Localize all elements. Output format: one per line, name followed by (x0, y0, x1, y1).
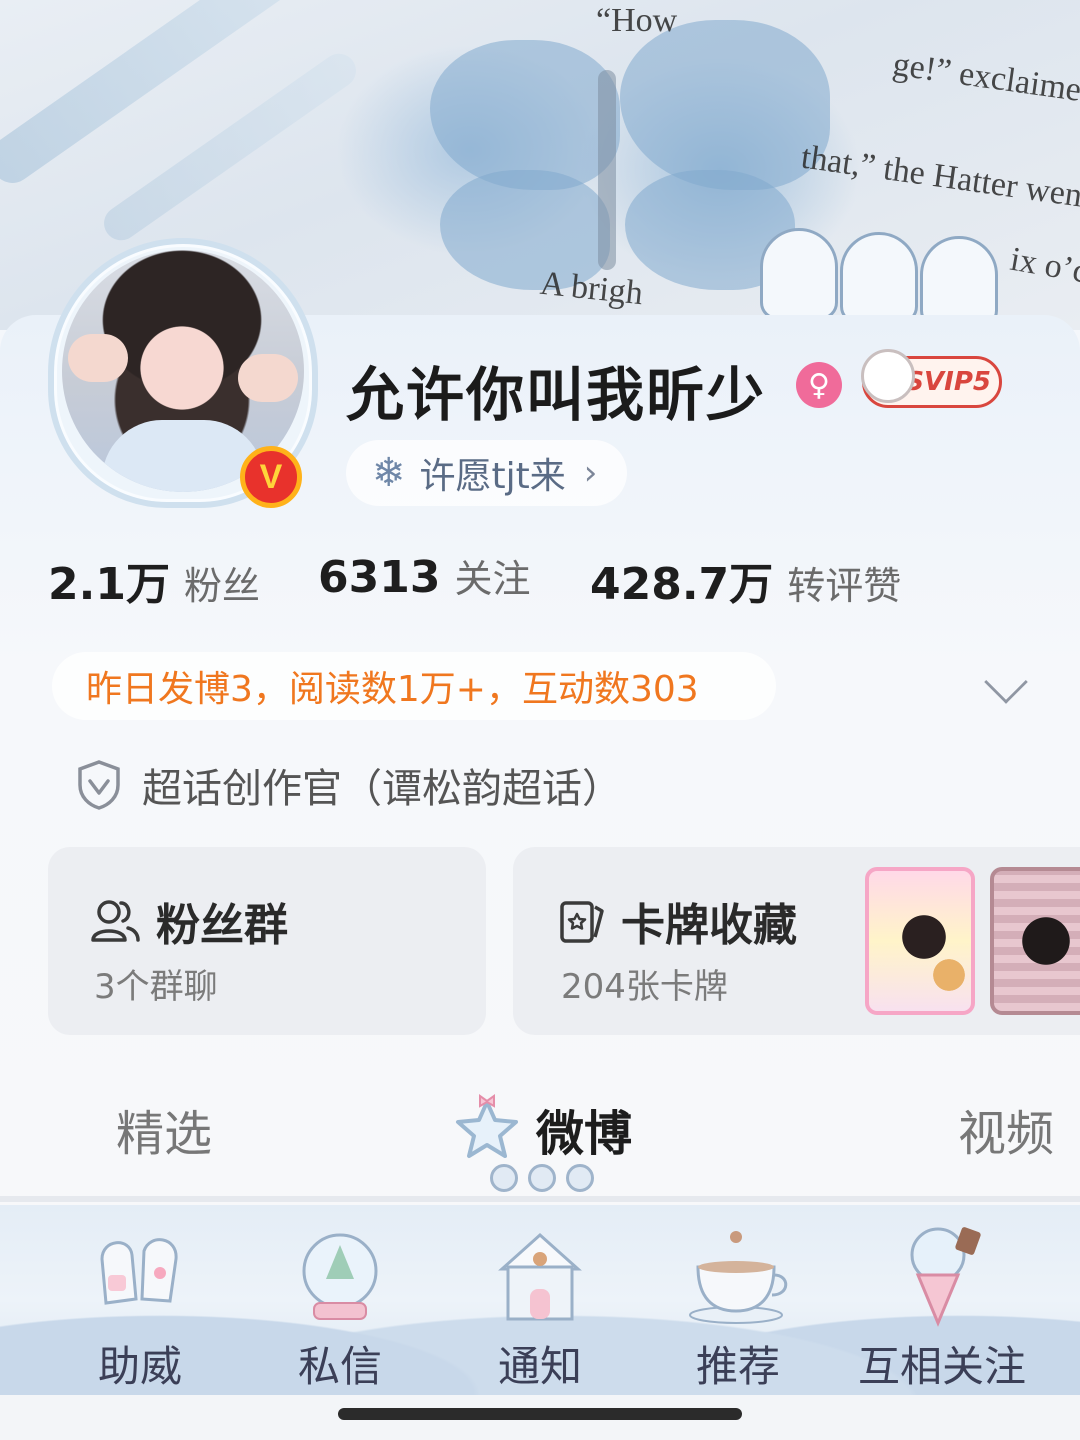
teacup-icon (689, 1231, 788, 1324)
card-collection-title: 卡牌收藏 (621, 900, 797, 951)
butterfly-wing (430, 40, 620, 190)
card-thumbnail[interactable] (865, 867, 975, 1015)
stat-following[interactable]: 6313 关注 (318, 548, 530, 603)
stat-label: 关注 (454, 557, 531, 601)
chevron-right-icon: › (583, 453, 598, 493)
svip-badge[interactable]: SVIP5 (861, 349, 1002, 408)
nav-label: 通知 (497, 1342, 582, 1391)
card-thumbnail[interactable] (990, 867, 1080, 1015)
book-text-line: ix o’cl (1007, 240, 1080, 293)
tab-weibo[interactable]: 微博 (536, 1094, 632, 1164)
book-text-line: that,” the Hatter wen (798, 138, 1080, 215)
book-text-line: “How (596, 2, 678, 39)
svip-label: SVIP5 (905, 367, 991, 397)
verified-badge-icon: V (240, 446, 302, 508)
fans-group-title: 粉丝群 (156, 900, 288, 951)
stat-value: 428.7万 (590, 559, 774, 610)
svip-cat-icon (861, 349, 915, 403)
snow-globe-icon (302, 1233, 378, 1320)
fans-group-card[interactable]: 粉丝群 3个群聊 (48, 847, 486, 1035)
star-bow-icon (456, 1094, 518, 1158)
bunny-sticker (840, 232, 918, 324)
nav-mutual-follow[interactable]: 互相关注 (842, 1205, 1042, 1395)
supertopic-creator-row[interactable]: 超话创作官（谭松韵超话） (76, 756, 622, 814)
tab-indicator-dot (490, 1164, 518, 1192)
card-collection-card[interactable]: 卡牌收藏 204张卡牌 (513, 847, 1080, 1035)
stat-value: 6313 (318, 552, 441, 603)
nav-label: 私信 (297, 1342, 382, 1391)
avatar-hand (238, 354, 298, 402)
nav-notifications[interactable]: 通知 (440, 1205, 640, 1395)
stat-label: 粉丝 (183, 564, 260, 608)
card-collection-title-row: 卡牌收藏 (559, 889, 797, 953)
divider (0, 1196, 1080, 1202)
stat-interactions[interactable]: 428.7万 转评赞 (590, 548, 901, 612)
butterfly-body (598, 70, 616, 270)
username: 允许你叫我昕少 (346, 361, 767, 429)
supertopic-label: 超话创作官（谭松韵超话） (142, 766, 622, 812)
fans-group-title-row: 粉丝群 (90, 889, 288, 953)
nav-recommend[interactable]: 推荐 (638, 1205, 838, 1395)
nav-messages[interactable]: 私信 (240, 1205, 440, 1395)
tab-indicator-dot (566, 1164, 594, 1192)
book-text-line: ge!” exclaimed (890, 45, 1080, 112)
ribbon-decoration (0, 0, 319, 191)
card-collection-icon (560, 901, 604, 943)
shield-icon (78, 760, 120, 810)
bottom-navigation: 助威 私信 通知 推荐 互相关注 (0, 1205, 1080, 1395)
female-gender-icon: ♀ (796, 362, 842, 408)
snowflake-icon: ❄ (372, 450, 406, 496)
butterfly-wing (620, 20, 830, 190)
nav-label: 推荐 (695, 1342, 780, 1391)
fans-group-subtitle: 3个群聊 (94, 967, 218, 1007)
tab-featured[interactable]: 精选 (116, 1094, 212, 1164)
activity-summary[interactable]: 昨日发博3，阅读数1万+，互动数303 (52, 652, 776, 720)
card-collection-subtitle: 204张卡牌 (561, 967, 728, 1007)
people-icon (91, 900, 140, 942)
nav-label: 助威 (97, 1342, 182, 1391)
avatar-hand (68, 334, 128, 382)
ice-cream-icon (910, 1227, 981, 1327)
tab-indicator-dot (528, 1164, 556, 1192)
nav-label: 互相关注 (857, 1342, 1026, 1391)
wish-label: 许愿tjt来 (419, 456, 566, 497)
stat-label: 转评赞 (787, 564, 902, 608)
book-text-line: A brigh (538, 264, 645, 313)
stat-fans[interactable]: 2.1万 粉丝 (48, 548, 260, 612)
tab-video[interactable]: 视频 (958, 1094, 1054, 1164)
gingerbread-house-icon (498, 1232, 582, 1321)
bunny-sticker (760, 228, 838, 320)
home-indicator[interactable] (338, 1408, 742, 1420)
wish-pill[interactable]: ❄ 许愿tjt来 › (346, 440, 628, 506)
nav-cheer[interactable]: 助威 (40, 1205, 240, 1395)
stat-value: 2.1万 (48, 559, 170, 610)
mittens-icon (100, 1238, 178, 1305)
